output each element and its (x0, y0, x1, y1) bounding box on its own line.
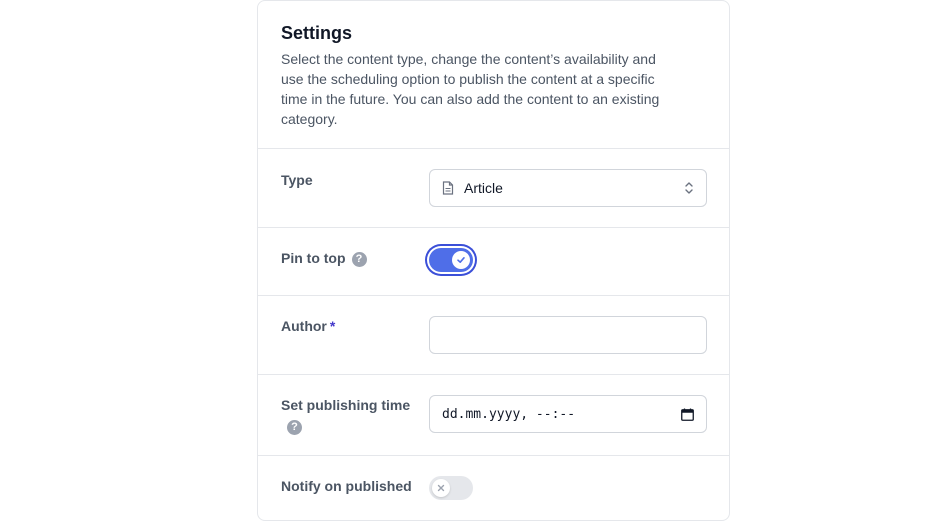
pin-to-top-toggle[interactable] (429, 248, 473, 272)
author-row: Author * (258, 296, 729, 375)
type-row: Type Article (258, 149, 729, 228)
settings-title: Settings (281, 23, 353, 43)
notify-row: Notify on published (258, 456, 729, 520)
type-label: Type (281, 172, 313, 188)
toggle-knob (432, 479, 450, 497)
author-input[interactable] (429, 316, 707, 354)
type-select[interactable]: Article (429, 169, 707, 207)
check-icon (457, 257, 465, 263)
publishing-time-row: Set publishing time ? dd.mm.yyyy, --:-- (258, 375, 729, 456)
toggle-knob (452, 251, 470, 269)
close-icon (437, 484, 445, 492)
help-icon[interactable]: ? (287, 419, 302, 435)
publishing-time-input[interactable]: dd.mm.yyyy, --:-- (429, 395, 707, 433)
chevron-updown-icon (685, 182, 693, 194)
settings-card: Settings Select the content type, change… (257, 0, 730, 521)
help-icon[interactable]: ? (351, 251, 367, 267)
pin-to-top-label-wrap: Pin to top? (281, 248, 367, 268)
settings-description: Select the content type, change the cont… (281, 51, 660, 127)
pin-to-top-row: Pin to top? (258, 228, 729, 296)
publishing-time-placeholder: dd.mm.yyyy, --:-- (442, 406, 576, 422)
document-icon (442, 181, 454, 195)
author-label: Author (281, 318, 327, 334)
author-label-wrap: Author * (281, 316, 335, 336)
notify-toggle[interactable] (429, 476, 473, 500)
calendar-icon[interactable] (681, 408, 694, 421)
type-select-value: Article (464, 180, 503, 196)
publishing-time-label: Set publishing time (281, 397, 411, 413)
settings-header: Settings Select the content type, change… (258, 1, 729, 149)
publishing-time-label-wrap: Set publishing time ? (281, 395, 421, 435)
pin-to-top-label: Pin to top (281, 250, 346, 266)
required-marker: * (329, 318, 336, 334)
notify-label: Notify on published (281, 478, 412, 494)
